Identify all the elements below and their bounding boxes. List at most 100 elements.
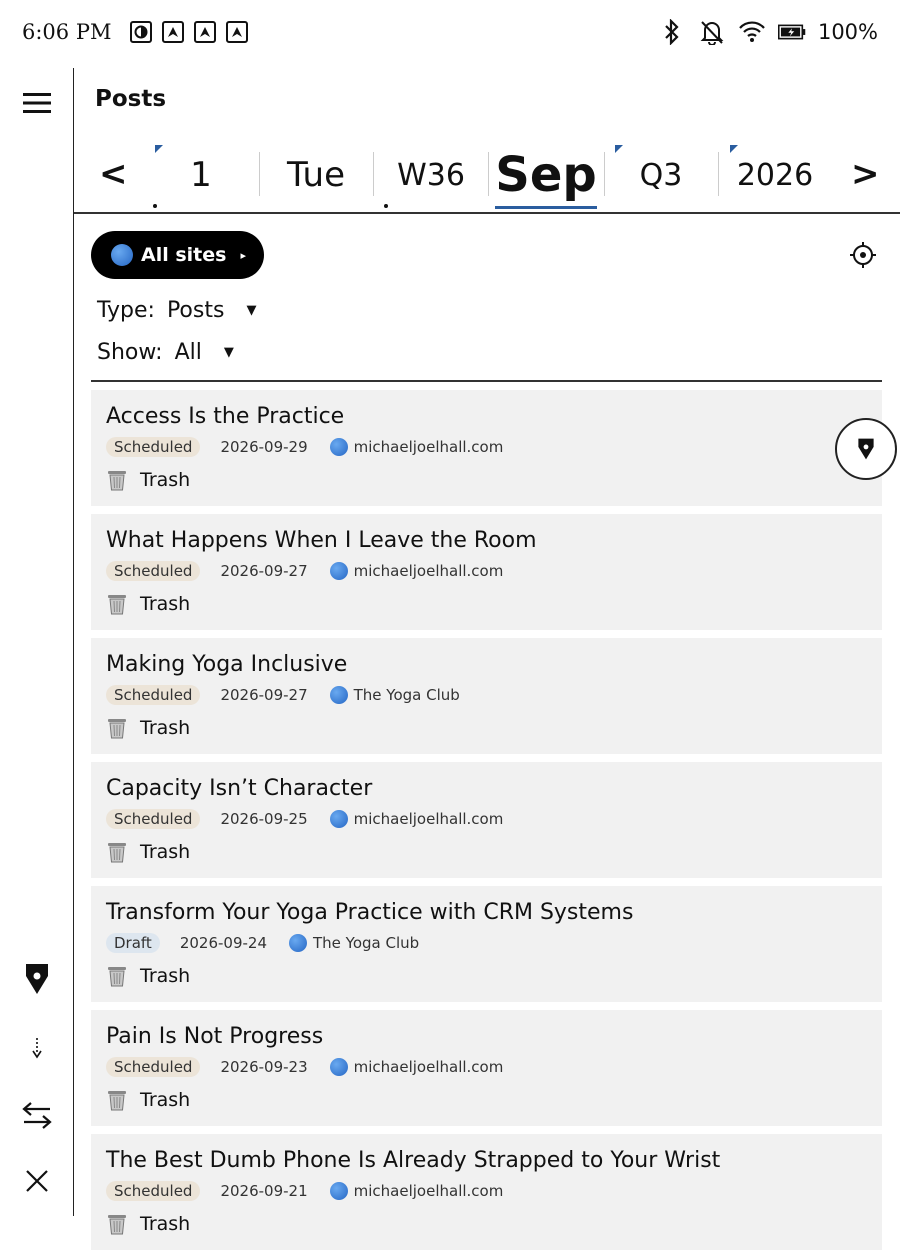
trash-button[interactable]: Trash: [108, 469, 190, 491]
globe-icon: [329, 438, 348, 456]
triangle-right-icon: ▸: [240, 248, 246, 262]
post-card[interactable]: Transform Your Yoga Practice with CRM Sy…: [91, 886, 882, 1002]
trash-button[interactable]: Trash: [108, 717, 190, 739]
date-segment-week[interactable]: W36: [379, 148, 483, 202]
post-title[interactable]: What Happens When I Leave the Room: [106, 528, 537, 553]
selected-segment-underline: [495, 206, 597, 209]
trash-label: Trash: [140, 1213, 191, 1235]
trash-can-icon: [108, 470, 126, 490]
trash-can-icon: [108, 966, 126, 986]
post-card[interactable]: Access Is the Practice Scheduled 2026-09…: [91, 390, 882, 506]
post-title[interactable]: Transform Your Yoga Practice with CRM Sy…: [106, 900, 633, 925]
battery-percent: 100%: [817, 20, 878, 44]
post-site: michaeljoelhall.com: [329, 1182, 503, 1200]
status-badge: Scheduled: [106, 685, 201, 705]
site-name: michaeljoelhall.com: [353, 810, 504, 828]
post-date: 2026-09-27: [220, 686, 308, 704]
post-date: 2026-09-23: [220, 1058, 308, 1076]
date-segment-quarter[interactable]: Q3: [609, 148, 713, 202]
status-right: 100%: [658, 18, 878, 46]
menu-button[interactable]: [0, 78, 73, 128]
trash-label: Trash: [140, 1089, 191, 1111]
type-label: Type:: [97, 298, 155, 323]
date-segment-year[interactable]: 2026: [723, 148, 827, 202]
globe-icon: [111, 244, 133, 266]
page-title: Posts: [95, 86, 167, 112]
pen-nib-icon: [25, 964, 48, 994]
post-list: Access Is the Practice Scheduled 2026-09…: [91, 390, 882, 1258]
status-badge: Scheduled: [106, 561, 201, 581]
date-prev-button[interactable]: <: [99, 154, 128, 194]
post-title[interactable]: Pain Is Not Progress: [106, 1024, 323, 1049]
trash-label: Trash: [140, 593, 191, 615]
trash-button[interactable]: Trash: [108, 1213, 190, 1235]
post-date: 2026-09-27: [220, 562, 308, 580]
segment-flag: [155, 145, 163, 153]
segment-flag: [730, 145, 738, 153]
post-card[interactable]: Capacity Isn’t Character Scheduled 2026-…: [91, 762, 882, 878]
post-meta: Scheduled 2026-09-23 michaeljoelhall.com: [106, 1057, 503, 1077]
compose-button[interactable]: [0, 954, 73, 1004]
globe-icon: [329, 562, 348, 580]
post-date: 2026-09-24: [179, 934, 267, 952]
trash-can-icon: [108, 1090, 126, 1110]
caret-down-icon: ▼: [246, 303, 257, 318]
type-filter[interactable]: Type: Posts ▼: [97, 298, 256, 323]
post-date: 2026-09-21: [220, 1182, 308, 1200]
date-segment-month[interactable]: Sep: [492, 147, 600, 203]
site-name: michaeljoelhall.com: [353, 438, 504, 456]
date-segment-weekday[interactable]: Tue: [264, 148, 368, 202]
segment-separator: [488, 152, 489, 196]
post-meta: Draft 2026-09-24 The Yoga Club: [106, 933, 419, 953]
status-badge: Draft: [106, 933, 160, 953]
status-time: 6:06 PM: [22, 20, 112, 44]
site-name: michaeljoelhall.com: [353, 1058, 504, 1076]
show-value: All: [174, 340, 202, 365]
post-card[interactable]: Making Yoga Inclusive Scheduled 2026-09-…: [91, 638, 882, 754]
target-gear-icon: [850, 242, 876, 268]
post-card[interactable]: What Happens When I Leave the Room Sched…: [91, 514, 882, 630]
close-icon: [25, 1170, 48, 1192]
trash-button[interactable]: Trash: [108, 1089, 190, 1111]
bluetooth-icon: [658, 18, 686, 46]
show-filter[interactable]: Show: All ▼: [97, 340, 234, 365]
post-title[interactable]: Capacity Isn’t Character: [106, 776, 372, 801]
post-title[interactable]: The Best Dumb Phone Is Already Strapped …: [106, 1148, 720, 1173]
notification-icons: [130, 21, 248, 43]
trash-button[interactable]: Trash: [108, 965, 190, 987]
post-title[interactable]: Making Yoga Inclusive: [106, 652, 347, 677]
status-badge: Scheduled: [106, 437, 201, 457]
left-rail: [0, 68, 74, 1216]
circle-half-icon: [130, 21, 152, 43]
site-name: The Yoga Club: [353, 686, 460, 704]
pen-nib-icon: [858, 438, 874, 460]
post-date: 2026-09-25: [220, 810, 308, 828]
battery-charging-icon: [777, 18, 806, 46]
post-card[interactable]: Pain Is Not Progress Scheduled 2026-09-2…: [91, 1010, 882, 1126]
date-segment-day[interactable]: 1: [154, 148, 248, 202]
site-name: michaeljoelhall.com: [353, 562, 504, 580]
settings-button[interactable]: [850, 242, 876, 268]
globe-icon: [329, 686, 348, 704]
site-name: The Yoga Club: [313, 934, 420, 952]
trash-label: Trash: [140, 469, 191, 491]
floating-compose-button[interactable]: [835, 418, 897, 480]
trash-button[interactable]: Trash: [108, 593, 190, 615]
globe-icon: [329, 1058, 348, 1076]
all-sites-button[interactable]: All sites ▸: [91, 231, 264, 279]
status-badge: Scheduled: [106, 1057, 201, 1077]
post-title[interactable]: Access Is the Practice: [106, 404, 344, 429]
menu-icon: [22, 93, 51, 113]
scroll-down-button[interactable]: [0, 1023, 73, 1073]
segment-separator: [373, 152, 374, 196]
close-button[interactable]: [0, 1156, 73, 1206]
swap-button[interactable]: [0, 1090, 73, 1140]
status-badge: Scheduled: [106, 809, 201, 829]
segment-dot: [384, 204, 388, 208]
post-card[interactable]: The Best Dumb Phone Is Already Strapped …: [91, 1134, 882, 1250]
trash-label: Trash: [140, 965, 191, 987]
date-next-button[interactable]: >: [851, 154, 880, 194]
trash-label: Trash: [140, 717, 191, 739]
post-site: The Yoga Club: [289, 934, 419, 952]
trash-button[interactable]: Trash: [108, 841, 190, 863]
